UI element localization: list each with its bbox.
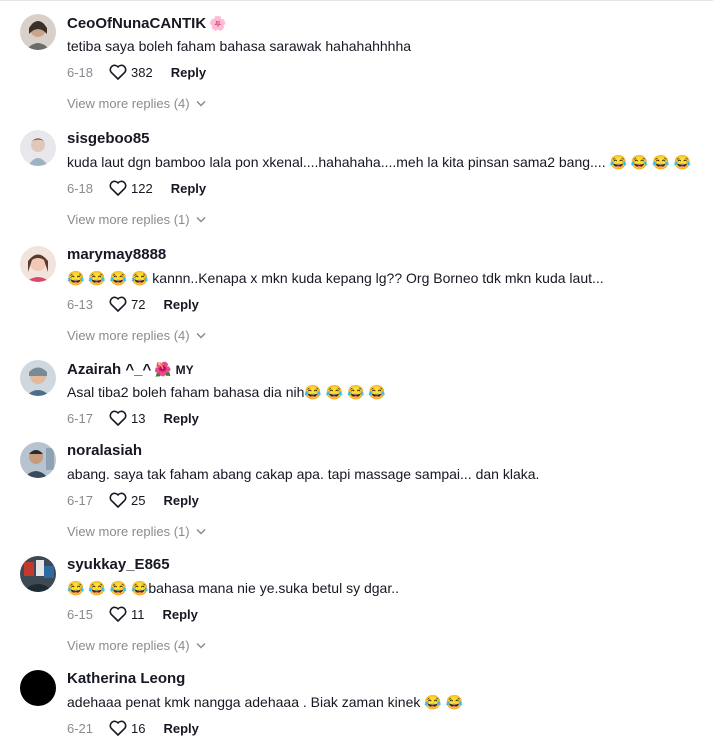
avatar[interactable] <box>20 360 56 396</box>
username-text[interactable]: syukkay_E865 <box>67 556 170 573</box>
reply-button[interactable]: Reply <box>163 607 198 622</box>
heart-icon <box>109 606 127 622</box>
username[interactable]: sisgeboo85 <box>67 130 150 148</box>
avatar[interactable] <box>20 14 56 50</box>
badge-emoji: 🌺 <box>154 361 172 377</box>
heart-icon <box>109 720 127 736</box>
comment-text: tetiba saya boleh faham bahasa sarawak h… <box>67 38 412 54</box>
comment-text: Asal tiba2 boleh faham bahasa dia nih😂 😂… <box>67 384 386 400</box>
username-text[interactable]: sisgeboo85 <box>67 130 150 147</box>
username[interactable]: Katherina Leong <box>67 670 185 688</box>
view-more-label: View more replies (1) <box>67 212 190 227</box>
heart-icon <box>109 180 127 196</box>
comment-text: kuda laut dgn bamboo lala pon xkenal....… <box>67 154 691 170</box>
comment-meta: 6-18 382 Reply <box>67 62 206 82</box>
like-button[interactable]: 72 <box>109 296 163 312</box>
username[interactable]: syukkay_E865 <box>67 556 170 574</box>
username-text[interactable]: marymay8888 <box>67 246 166 263</box>
username[interactable]: Azairah ^_^ 🌺 MY <box>67 360 194 379</box>
comment-text: 😂 😂 😂 😂 kannn..Kenapa x mkn kuda kepang … <box>67 270 604 286</box>
view-more-replies-button[interactable]: View more replies (4) <box>67 638 206 653</box>
comment-date: 6-15 <box>67 606 94 622</box>
view-more-label: View more replies (4) <box>67 96 190 111</box>
top-divider <box>0 0 713 1</box>
comment-date: 6-18 <box>67 180 94 196</box>
comment-meta: 6-21 16 Reply <box>67 718 199 738</box>
avatar[interactable] <box>20 246 56 282</box>
view-more-label: View more replies (4) <box>67 638 190 653</box>
heart-icon <box>109 492 127 508</box>
comment-meta: 6-15 11 Reply <box>67 604 198 624</box>
comment-meta: 6-17 25 Reply <box>67 490 199 510</box>
reply-button[interactable]: Reply <box>163 721 198 736</box>
username[interactable]: marymay8888 <box>67 246 166 264</box>
comment-date: 6-18 <box>67 64 94 80</box>
reply-button[interactable]: Reply <box>163 297 198 312</box>
heart-icon <box>109 296 127 312</box>
reply-button[interactable]: Reply <box>163 411 198 426</box>
view-more-label: View more replies (1) <box>67 524 190 539</box>
like-count: 13 <box>131 410 146 426</box>
badge-emoji: 🌸 <box>209 15 227 31</box>
like-button[interactable]: 122 <box>109 180 171 196</box>
comment-date: 6-17 <box>67 492 94 508</box>
chevron-down-icon <box>196 100 206 107</box>
heart-icon <box>109 410 127 426</box>
chevron-down-icon <box>196 332 206 339</box>
reply-button[interactable]: Reply <box>171 65 206 80</box>
like-button[interactable]: 382 <box>109 64 171 80</box>
like-count: 72 <box>131 296 146 312</box>
avatar[interactable] <box>20 556 56 592</box>
like-count: 11 <box>131 606 145 622</box>
username[interactable]: noralasiah <box>67 442 142 460</box>
like-count: 382 <box>131 64 153 80</box>
like-count: 16 <box>131 720 146 736</box>
comment-text: adehaaa penat kmk nangga adehaaa . Biak … <box>67 694 464 710</box>
like-button[interactable]: 16 <box>109 720 163 736</box>
chevron-down-icon <box>196 642 206 649</box>
comment-date: 6-17 <box>67 410 94 426</box>
reply-button[interactable]: Reply <box>163 493 198 508</box>
view-more-replies-button[interactable]: View more replies (1) <box>67 212 206 227</box>
view-more-label: View more replies (4) <box>67 328 190 343</box>
comment-date: 6-21 <box>67 720 94 736</box>
comment-meta: 6-18 122 Reply <box>67 178 206 198</box>
avatar[interactable] <box>20 442 56 478</box>
avatar[interactable] <box>20 130 56 166</box>
comment-text: abang. saya tak faham abang cakap apa. t… <box>67 466 540 482</box>
chevron-down-icon <box>196 216 206 223</box>
view-more-replies-button[interactable]: View more replies (4) <box>67 96 206 111</box>
username-text[interactable]: noralasiah <box>67 442 142 459</box>
view-more-replies-button[interactable]: View more replies (1) <box>67 524 206 539</box>
username[interactable]: CeoOfNunaCANTIK 🌸 <box>67 14 227 33</box>
username-text[interactable]: CeoOfNunaCANTIK <box>67 15 206 32</box>
country-code: MY <box>175 363 194 377</box>
chevron-down-icon <box>196 528 206 535</box>
like-button[interactable]: 25 <box>109 492 163 508</box>
avatar[interactable] <box>20 670 56 706</box>
reply-button[interactable]: Reply <box>171 181 206 196</box>
username-text[interactable]: Katherina Leong <box>67 670 185 687</box>
like-button[interactable]: 11 <box>109 606 163 622</box>
like-button[interactable]: 13 <box>109 410 163 426</box>
like-count: 25 <box>131 492 146 508</box>
like-count: 122 <box>131 180 153 196</box>
view-more-replies-button[interactable]: View more replies (4) <box>67 328 206 343</box>
comment-date: 6-13 <box>67 296 94 312</box>
heart-icon <box>109 64 127 80</box>
comment-meta: 6-13 72 Reply <box>67 294 199 314</box>
comment-text: 😂 😂 😂 😂bahasa mana nie ye.suka betul sy … <box>67 580 400 596</box>
comment-meta: 6-17 13 Reply <box>67 408 199 428</box>
username-text[interactable]: Azairah ^_^ <box>67 361 151 378</box>
